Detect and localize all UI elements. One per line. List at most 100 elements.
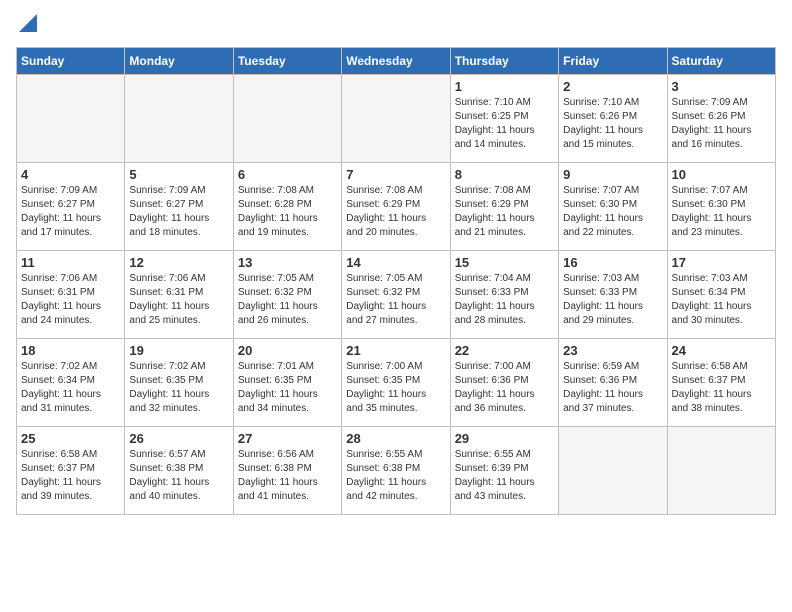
header-tuesday: Tuesday bbox=[233, 48, 341, 75]
day-info: Sunrise: 7:10 AM Sunset: 6:26 PM Dayligh… bbox=[563, 96, 662, 152]
day-info: Sunrise: 6:57 AM Sunset: 6:38 PM Dayligh… bbox=[129, 448, 228, 504]
day-info: Sunrise: 7:05 AM Sunset: 6:32 PM Dayligh… bbox=[238, 272, 337, 328]
day-number: 16 bbox=[563, 255, 662, 270]
day-number: 6 bbox=[238, 167, 337, 182]
calendar-cell: 17Sunrise: 7:03 AM Sunset: 6:34 PM Dayli… bbox=[667, 251, 775, 339]
calendar-cell: 12 Sunrise: 7:06 AM Sunset: 6:31 PM Dayli… bbox=[125, 251, 233, 339]
calendar-cell: 20 Sunrise: 7:01 AM Sunset: 6:35 PM Dayli… bbox=[233, 339, 341, 427]
day-info: Sunrise: 7:07 AM Sunset: 6:30 PM Dayligh… bbox=[563, 184, 662, 240]
day-number: 4 bbox=[21, 167, 120, 182]
calendar-cell: 4 Sunrise: 7:09 AM Sunset: 6:27 PM Daylig… bbox=[17, 163, 125, 251]
day-info: Sunrise: 6:59 AM Sunset: 6:36 PM Dayligh… bbox=[563, 360, 662, 416]
calendar-cell: 15 Sunrise: 7:04 AM Sunset: 6:33 PM Dayli… bbox=[450, 251, 558, 339]
calendar-cell: 10 Sunrise: 7:07 AM Sunset: 6:30 PM Dayli… bbox=[667, 163, 775, 251]
calendar-cell: 24Sunrise: 6:58 AM Sunset: 6:37 PM Dayli… bbox=[667, 339, 775, 427]
day-info: Sunrise: 6:56 AM Sunset: 6:38 PM Dayligh… bbox=[238, 448, 337, 504]
header-thursday: Thursday bbox=[450, 48, 558, 75]
calendar-cell: 7 Sunrise: 7:08 AM Sunset: 6:29 PM Daylig… bbox=[342, 163, 450, 251]
day-number: 1 bbox=[455, 79, 554, 94]
day-number: 20 bbox=[238, 343, 337, 358]
calendar-cell: 18 Sunrise: 7:02 AM Sunset: 6:34 PM Dayli… bbox=[17, 339, 125, 427]
day-info: Sunrise: 7:06 AM Sunset: 6:31 PM Dayligh… bbox=[129, 272, 228, 328]
day-number: 23 bbox=[563, 343, 662, 358]
day-info: Sunrise: 6:55 AM Sunset: 6:38 PM Dayligh… bbox=[346, 448, 445, 504]
day-number: 21 bbox=[346, 343, 445, 358]
calendar-cell: 29 Sunrise: 6:55 AM Sunset: 6:39 PM Dayli… bbox=[450, 427, 558, 515]
day-number: 26 bbox=[129, 431, 228, 446]
header-friday: Friday bbox=[559, 48, 667, 75]
calendar-cell: 3 Sunrise: 7:09 AM Sunset: 6:26 PM Daylig… bbox=[667, 75, 775, 163]
day-number: 3 bbox=[672, 79, 771, 94]
calendar-header-row: SundayMondayTuesdayWednesdayThursdayFrid… bbox=[17, 48, 776, 75]
calendar-cell: 21 Sunrise: 7:00 AM Sunset: 6:35 PM Dayli… bbox=[342, 339, 450, 427]
calendar-cell: 23 Sunrise: 6:59 AM Sunset: 6:36 PM Dayli… bbox=[559, 339, 667, 427]
header-wednesday: Wednesday bbox=[342, 48, 450, 75]
calendar-cell: 26 Sunrise: 6:57 AM Sunset: 6:38 PM Dayli… bbox=[125, 427, 233, 515]
day-info: Sunrise: 7:04 AM Sunset: 6:33 PM Dayligh… bbox=[455, 272, 554, 328]
logo-icon bbox=[19, 14, 37, 32]
day-info: Sunrise: 7:03 AM Sunset: 6:33 PM Dayligh… bbox=[563, 272, 662, 328]
day-number: 2 bbox=[563, 79, 662, 94]
calendar-cell: 9 Sunrise: 7:07 AM Sunset: 6:30 PM Daylig… bbox=[559, 163, 667, 251]
day-number: 15 bbox=[455, 255, 554, 270]
day-info: Sunrise: 6:55 AM Sunset: 6:39 PM Dayligh… bbox=[455, 448, 554, 504]
day-number: 12 bbox=[129, 255, 228, 270]
day-number: 13 bbox=[238, 255, 337, 270]
calendar-cell: 25 Sunrise: 6:58 AM Sunset: 6:37 PM Dayli… bbox=[17, 427, 125, 515]
day-info: Sunrise: 7:09 AM Sunset: 6:27 PM Dayligh… bbox=[21, 184, 120, 240]
calendar-cell bbox=[233, 75, 341, 163]
logo bbox=[16, 16, 37, 39]
calendar-week-2: 11 Sunrise: 7:06 AM Sunset: 6:31 PM Dayli… bbox=[17, 251, 776, 339]
calendar-week-4: 25 Sunrise: 6:58 AM Sunset: 6:37 PM Dayli… bbox=[17, 427, 776, 515]
day-number: 22 bbox=[455, 343, 554, 358]
day-number: 11 bbox=[21, 255, 120, 270]
calendar-cell bbox=[342, 75, 450, 163]
day-number: 10 bbox=[672, 167, 771, 182]
day-info: Sunrise: 7:09 AM Sunset: 6:27 PM Dayligh… bbox=[129, 184, 228, 240]
day-number: 19 bbox=[129, 343, 228, 358]
day-number: 7 bbox=[346, 167, 445, 182]
day-number: 5 bbox=[129, 167, 228, 182]
day-info: Sunrise: 6:58 AM Sunset: 6:37 PM Dayligh… bbox=[21, 448, 120, 504]
calendar-cell: 27Sunrise: 6:56 AM Sunset: 6:38 PM Dayli… bbox=[233, 427, 341, 515]
calendar-cell bbox=[559, 427, 667, 515]
day-number: 18 bbox=[21, 343, 120, 358]
header-monday: Monday bbox=[125, 48, 233, 75]
day-number: 8 bbox=[455, 167, 554, 182]
calendar-cell bbox=[125, 75, 233, 163]
day-info: Sunrise: 7:08 AM Sunset: 6:29 PM Dayligh… bbox=[455, 184, 554, 240]
day-info: Sunrise: 7:09 AM Sunset: 6:26 PM Dayligh… bbox=[672, 96, 771, 152]
day-number: 29 bbox=[455, 431, 554, 446]
day-info: Sunrise: 7:07 AM Sunset: 6:30 PM Dayligh… bbox=[672, 184, 771, 240]
calendar-cell: 16 Sunrise: 7:03 AM Sunset: 6:33 PM Dayli… bbox=[559, 251, 667, 339]
day-info: Sunrise: 7:08 AM Sunset: 6:29 PM Dayligh… bbox=[346, 184, 445, 240]
calendar-cell: 5 Sunrise: 7:09 AM Sunset: 6:27 PM Daylig… bbox=[125, 163, 233, 251]
header-sunday: Sunday bbox=[17, 48, 125, 75]
day-number: 25 bbox=[21, 431, 120, 446]
day-number: 28 bbox=[346, 431, 445, 446]
calendar-cell: 11 Sunrise: 7:06 AM Sunset: 6:31 PM Dayli… bbox=[17, 251, 125, 339]
calendar-cell: 14 Sunrise: 7:05 AM Sunset: 6:32 PM Dayli… bbox=[342, 251, 450, 339]
calendar-week-3: 18 Sunrise: 7:02 AM Sunset: 6:34 PM Dayli… bbox=[17, 339, 776, 427]
day-info: Sunrise: 7:01 AM Sunset: 6:35 PM Dayligh… bbox=[238, 360, 337, 416]
calendar-week-1: 4 Sunrise: 7:09 AM Sunset: 6:27 PM Daylig… bbox=[17, 163, 776, 251]
calendar-cell: 13 Sunrise: 7:05 AM Sunset: 6:32 PM Dayli… bbox=[233, 251, 341, 339]
calendar-week-0: 1Sunrise: 7:10 AM Sunset: 6:25 PM Daylig… bbox=[17, 75, 776, 163]
day-number: 14 bbox=[346, 255, 445, 270]
day-info: Sunrise: 7:08 AM Sunset: 6:28 PM Dayligh… bbox=[238, 184, 337, 240]
day-info: Sunrise: 7:00 AM Sunset: 6:35 PM Dayligh… bbox=[346, 360, 445, 416]
calendar-cell: 6 Sunrise: 7:08 AM Sunset: 6:28 PM Daylig… bbox=[233, 163, 341, 251]
day-number: 17 bbox=[672, 255, 771, 270]
header bbox=[16, 16, 776, 39]
day-info: Sunrise: 7:00 AM Sunset: 6:36 PM Dayligh… bbox=[455, 360, 554, 416]
day-info: Sunrise: 7:02 AM Sunset: 6:34 PM Dayligh… bbox=[21, 360, 120, 416]
calendar-cell: 28 Sunrise: 6:55 AM Sunset: 6:38 PM Dayli… bbox=[342, 427, 450, 515]
day-info: Sunrise: 6:58 AM Sunset: 6:37 PM Dayligh… bbox=[672, 360, 771, 416]
calendar-cell: 22 Sunrise: 7:00 AM Sunset: 6:36 PM Dayli… bbox=[450, 339, 558, 427]
calendar-cell: 19Sunrise: 7:02 AM Sunset: 6:35 PM Dayli… bbox=[125, 339, 233, 427]
calendar-cell: 2 Sunrise: 7:10 AM Sunset: 6:26 PM Daylig… bbox=[559, 75, 667, 163]
day-number: 9 bbox=[563, 167, 662, 182]
day-info: Sunrise: 7:05 AM Sunset: 6:32 PM Dayligh… bbox=[346, 272, 445, 328]
calendar-table: SundayMondayTuesdayWednesdayThursdayFrid… bbox=[16, 47, 776, 515]
day-info: Sunrise: 7:06 AM Sunset: 6:31 PM Dayligh… bbox=[21, 272, 120, 328]
